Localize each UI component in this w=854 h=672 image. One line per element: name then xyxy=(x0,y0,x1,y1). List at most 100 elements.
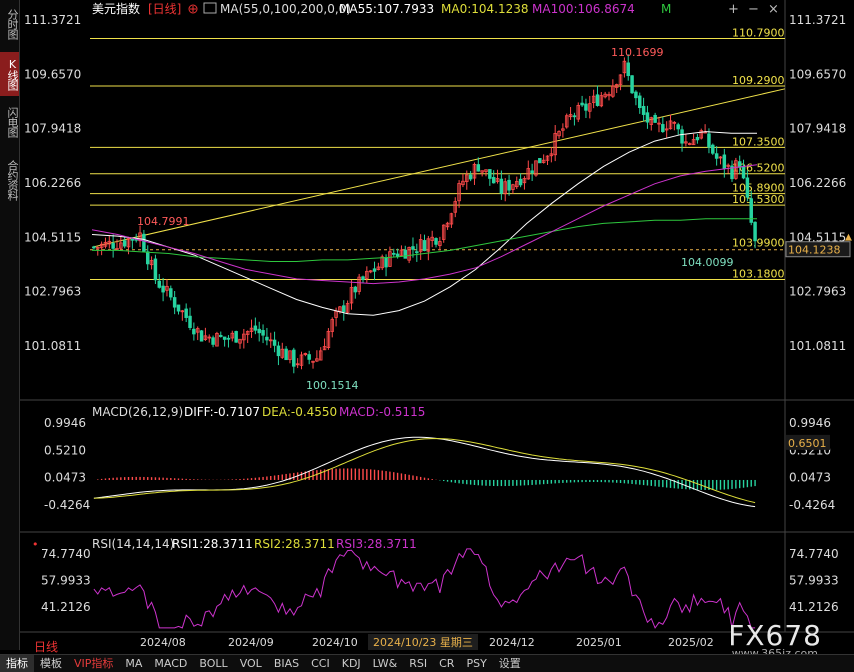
candle-body[interactable] xyxy=(491,177,496,184)
candle-body[interactable] xyxy=(745,177,750,198)
candle-body[interactable] xyxy=(172,297,177,308)
candle-body[interactable] xyxy=(641,106,646,115)
toolbar-item-2[interactable]: VIP指标 xyxy=(68,655,119,672)
price-arrow-icon[interactable]: ▲ xyxy=(845,233,852,243)
candle-body[interactable] xyxy=(530,170,534,174)
candle-body[interactable] xyxy=(222,336,227,340)
toolbar-item-6[interactable]: VOL xyxy=(234,655,268,672)
candle-body[interactable] xyxy=(284,348,288,361)
candle-body[interactable] xyxy=(265,336,269,341)
candle-body[interactable] xyxy=(507,179,511,191)
candle-body[interactable] xyxy=(645,112,650,123)
candle-body[interactable] xyxy=(395,253,400,257)
candle-body[interactable] xyxy=(488,169,492,179)
candle-body[interactable] xyxy=(538,158,542,164)
candle-body[interactable] xyxy=(157,280,162,288)
minus-icon[interactable]: − xyxy=(748,2,759,17)
m-badge[interactable]: M xyxy=(661,2,671,16)
side-tab-3[interactable]: 合约资料 xyxy=(0,150,19,210)
toolbar-item-14[interactable]: 设置 xyxy=(493,655,527,672)
toolbar-item-11[interactable]: RSI xyxy=(403,655,433,672)
candle-body[interactable] xyxy=(653,114,657,123)
candle-body[interactable] xyxy=(572,115,577,118)
candle-body[interactable] xyxy=(188,315,192,328)
toolbar-item-7[interactable]: BIAS xyxy=(268,655,305,672)
candle-body[interactable] xyxy=(199,330,204,342)
toolbar-item-9[interactable]: KDJ xyxy=(336,655,367,672)
toolbar-item-13[interactable]: PSY xyxy=(460,655,492,672)
toolbar-item-0[interactable]: 指标 xyxy=(0,655,34,672)
candle-body[interactable] xyxy=(234,331,238,343)
toolbar-item-12[interactable]: CR xyxy=(433,655,460,672)
candle-body[interactable] xyxy=(741,165,746,179)
candle-body[interactable] xyxy=(403,249,408,259)
candle-body[interactable] xyxy=(661,124,665,133)
candle-body[interactable] xyxy=(518,178,523,186)
candle-body[interactable] xyxy=(384,257,388,268)
candle-body[interactable] xyxy=(392,252,396,255)
candle-body[interactable] xyxy=(711,144,715,154)
candle-body[interactable] xyxy=(142,233,146,252)
candle-body[interactable] xyxy=(192,328,196,335)
candle-body[interactable] xyxy=(722,154,727,169)
toolbar-item-8[interactable]: CCI xyxy=(305,655,336,672)
candle-body[interactable] xyxy=(714,153,719,159)
candle-body[interactable] xyxy=(676,124,680,130)
candle-body[interactable] xyxy=(353,286,358,293)
add-icon[interactable]: + xyxy=(728,2,739,17)
side-tab-0[interactable]: 分时图 xyxy=(0,2,19,46)
candle-body[interactable] xyxy=(261,330,265,336)
toolbar-item-4[interactable]: MACD xyxy=(148,655,193,672)
candle-body[interactable] xyxy=(226,337,231,340)
candle-body[interactable] xyxy=(276,345,281,357)
settings-dot-icon[interactable]: • xyxy=(32,538,39,551)
candle-body[interactable] xyxy=(372,268,377,272)
candle-body[interactable] xyxy=(634,91,638,99)
candle-body[interactable] xyxy=(361,276,365,280)
candle-body[interactable] xyxy=(257,328,261,334)
candle-body[interactable] xyxy=(626,62,630,77)
toolbar-item-10[interactable]: LW& xyxy=(367,655,404,672)
candle-body[interactable] xyxy=(422,240,427,251)
candle-body[interactable] xyxy=(580,102,584,106)
candle-body[interactable] xyxy=(272,339,277,346)
close-icon[interactable]: × xyxy=(768,2,779,17)
candle-body[interactable] xyxy=(307,354,311,360)
period-label-header[interactable]: [日线] xyxy=(148,2,181,16)
candle-body[interactable] xyxy=(707,133,711,148)
toolbar-item-1[interactable]: 模板 xyxy=(34,655,68,672)
candle-body[interactable] xyxy=(584,103,588,111)
candle-body[interactable] xyxy=(434,238,438,245)
candle-body[interactable] xyxy=(595,94,600,106)
candle-body[interactable] xyxy=(111,243,115,249)
side-tab-2[interactable]: 闪电图 xyxy=(0,100,19,144)
candle-body[interactable] xyxy=(130,238,135,241)
candle-body[interactable] xyxy=(411,246,415,250)
candle-body[interactable] xyxy=(219,334,223,337)
toolbar-item-5[interactable]: BOLL xyxy=(193,655,233,672)
toolbar-item-3[interactable]: MA xyxy=(119,655,148,672)
candle-body[interactable] xyxy=(211,337,215,345)
candle-body[interactable] xyxy=(630,75,634,94)
candle-body[interactable] xyxy=(176,304,181,312)
candle-body[interactable] xyxy=(184,308,188,318)
candle-body[interactable] xyxy=(468,174,473,180)
candle-body[interactable] xyxy=(253,325,258,331)
candle-body[interactable] xyxy=(145,251,150,265)
candle-body[interactable] xyxy=(153,258,158,281)
candle-body[interactable] xyxy=(122,240,127,247)
candle-body[interactable] xyxy=(476,164,481,172)
candle-body[interactable] xyxy=(415,251,419,254)
candle-body[interactable] xyxy=(169,288,173,298)
candle-body[interactable] xyxy=(499,178,504,194)
side-tab-1[interactable]: K线图 xyxy=(0,52,19,96)
candle-body[interactable] xyxy=(342,305,346,313)
candle-body[interactable] xyxy=(92,246,96,249)
candle-body[interactable] xyxy=(292,349,296,367)
period-label[interactable]: 日线 xyxy=(34,638,58,655)
candle-body[interactable] xyxy=(638,95,642,109)
candle-body[interactable] xyxy=(695,137,700,141)
candle-body[interactable] xyxy=(161,285,165,293)
candle-body[interactable] xyxy=(680,129,684,144)
candle-body[interactable] xyxy=(753,221,757,242)
